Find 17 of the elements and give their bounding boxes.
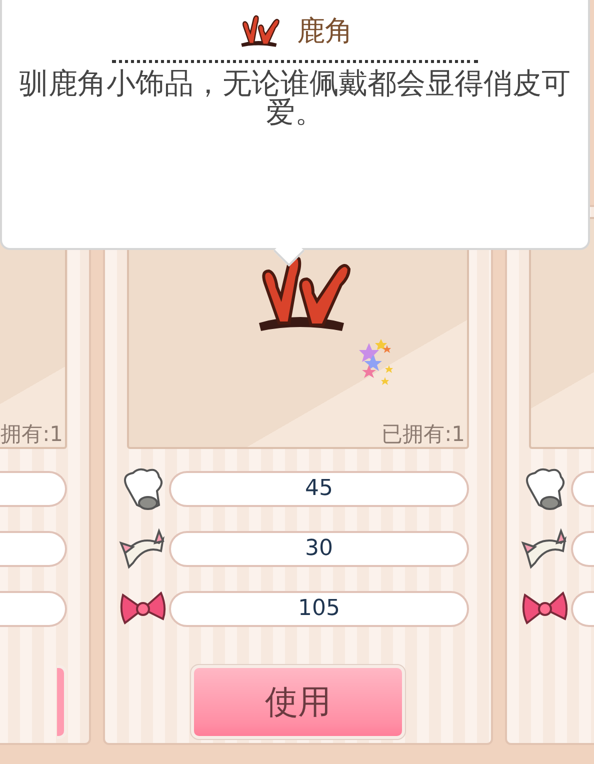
cost-field: 105: [169, 591, 469, 627]
bow-icon: [522, 592, 568, 624]
antlers-icon: [241, 15, 280, 47]
cost-field: 30: [169, 531, 469, 567]
chef-hat-icon: [124, 468, 163, 510]
owned-count: 拥有:1: [0, 422, 63, 447]
cat-ear-headband-icon: [521, 528, 566, 568]
cost-field: 45: [169, 471, 469, 507]
item-title: 鹿角: [297, 14, 353, 48]
item-description: 驯鹿角小饰品，无论谁佩戴都会显得俏皮可爱。: [18, 69, 572, 127]
cat-ear-headband-icon: [119, 528, 164, 568]
antlers-icon: [259, 255, 350, 331]
sparkle-icon: [359, 339, 393, 385]
bow-icon: [120, 592, 166, 624]
owned-count: 已拥有:1: [382, 422, 465, 447]
chef-hat-icon: [526, 468, 565, 510]
use-button[interactable]: 使用: [191, 665, 405, 739]
